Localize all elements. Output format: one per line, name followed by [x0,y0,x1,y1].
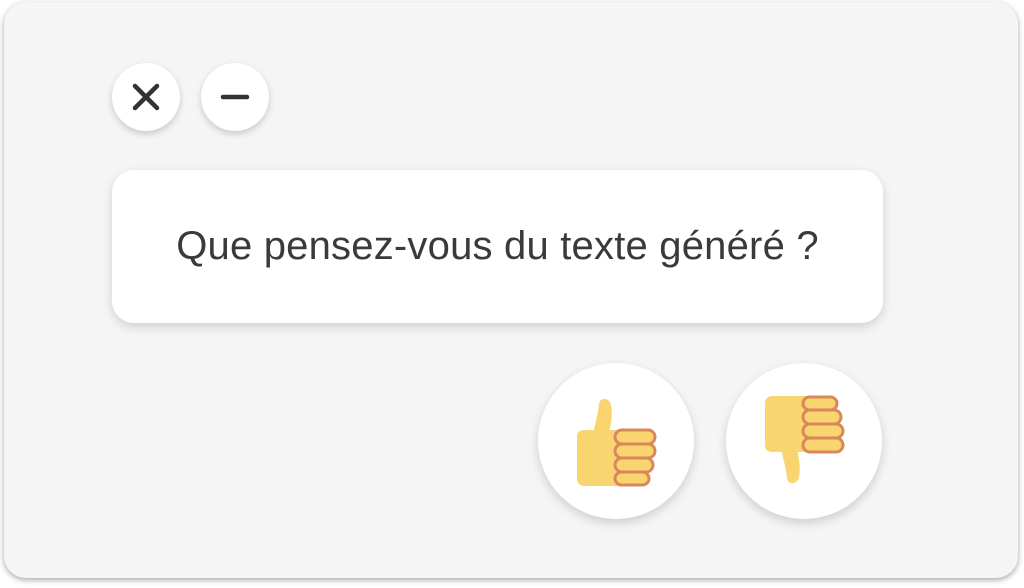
thumbs-down-icon [765,395,845,484]
thumbs-up-button[interactable] [538,363,694,519]
close-icon [132,83,160,111]
minimize-button[interactable] [201,63,269,131]
close-button[interactable] [112,63,180,131]
question-text: Que pensez-vous du texte généré ? [176,224,819,268]
question-card: Que pensez-vous du texte généré ? [112,170,883,323]
feedback-panel: Que pensez-vous du texte généré ? [4,2,1018,578]
thumbs-up-icon [577,398,657,487]
minimize-icon [220,94,250,100]
thumbs-down-button[interactable] [726,363,882,519]
